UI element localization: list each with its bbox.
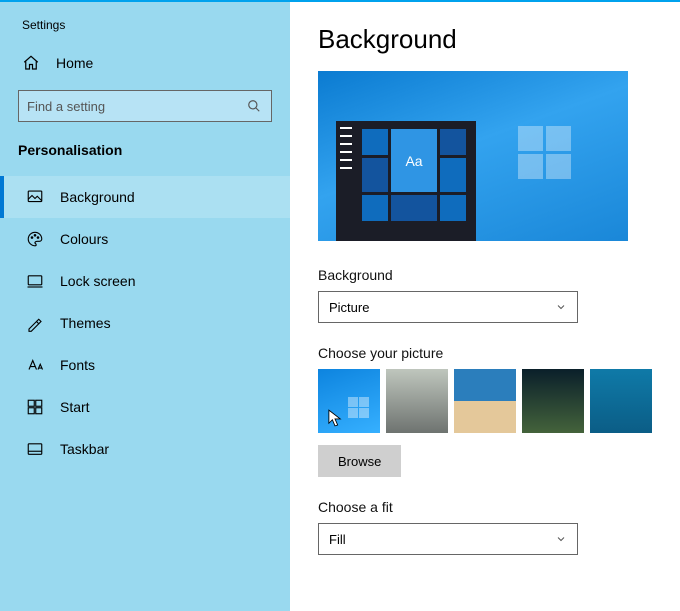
sidebar-item-label: Colours xyxy=(60,231,108,247)
background-icon xyxy=(26,188,44,206)
sidebar: Settings Home Personalisation xyxy=(0,2,290,611)
search-box[interactable] xyxy=(18,90,272,122)
sidebar-item-label: Background xyxy=(60,189,135,205)
thumbnail-windows-default[interactable] xyxy=(318,369,380,433)
app-title: Settings xyxy=(0,14,290,46)
thumbnail-rocks[interactable] xyxy=(386,369,448,433)
start-icon xyxy=(26,398,44,416)
thumbnail-underwater[interactable] xyxy=(590,369,652,433)
home-link[interactable]: Home xyxy=(0,46,290,90)
sidebar-item-colours[interactable]: Colours xyxy=(0,218,290,260)
desktop-preview: Aa xyxy=(318,71,628,241)
section-label: Personalisation xyxy=(0,136,290,176)
fonts-icon xyxy=(26,356,44,374)
sidebar-item-taskbar[interactable]: Taskbar xyxy=(0,428,290,470)
taskbar-icon xyxy=(26,440,44,458)
thumbnail-aurora[interactable] xyxy=(522,369,584,433)
home-icon xyxy=(22,54,40,72)
home-label: Home xyxy=(56,55,93,71)
choose-picture-label: Choose your picture xyxy=(318,345,652,361)
cursor-icon xyxy=(328,409,342,427)
background-dropdown-value: Picture xyxy=(329,300,369,315)
background-dropdown-label: Background xyxy=(318,267,652,283)
sidebar-item-label: Themes xyxy=(60,315,111,331)
lockscreen-icon xyxy=(26,272,44,290)
search-icon xyxy=(245,97,263,115)
preview-tile-aa: Aa xyxy=(391,129,437,192)
sidebar-item-label: Start xyxy=(60,399,90,415)
sidebar-item-label: Fonts xyxy=(60,357,95,373)
background-dropdown[interactable]: Picture xyxy=(318,291,578,323)
sidebar-item-start[interactable]: Start xyxy=(0,386,290,428)
fit-dropdown[interactable]: Fill xyxy=(318,523,578,555)
fit-dropdown-label: Choose a fit xyxy=(318,499,652,515)
chevron-down-icon xyxy=(555,301,567,313)
windows-logo-icon xyxy=(518,126,573,181)
sidebar-item-fonts[interactable]: Fonts xyxy=(0,344,290,386)
sidebar-item-label: Lock screen xyxy=(60,273,135,289)
start-menu-preview: Aa xyxy=(336,121,476,241)
thumbnail-beach[interactable] xyxy=(454,369,516,433)
browse-button-label: Browse xyxy=(338,454,381,469)
themes-icon xyxy=(26,314,44,332)
sidebar-item-background[interactable]: Background xyxy=(0,176,290,218)
sidebar-item-lockscreen[interactable]: Lock screen xyxy=(0,260,290,302)
settings-window: Settings Home Personalisation xyxy=(0,2,680,611)
browse-button[interactable]: Browse xyxy=(318,445,401,477)
main-panel: Background Aa Background xyxy=(290,2,680,611)
page-title: Background xyxy=(318,24,652,55)
colours-icon xyxy=(26,230,44,248)
fit-dropdown-value: Fill xyxy=(329,532,346,547)
sidebar-item-themes[interactable]: Themes xyxy=(0,302,290,344)
sidebar-item-label: Taskbar xyxy=(60,441,109,457)
chevron-down-icon xyxy=(555,533,567,545)
picture-thumbnails xyxy=(318,369,652,433)
search-input[interactable] xyxy=(27,99,245,114)
